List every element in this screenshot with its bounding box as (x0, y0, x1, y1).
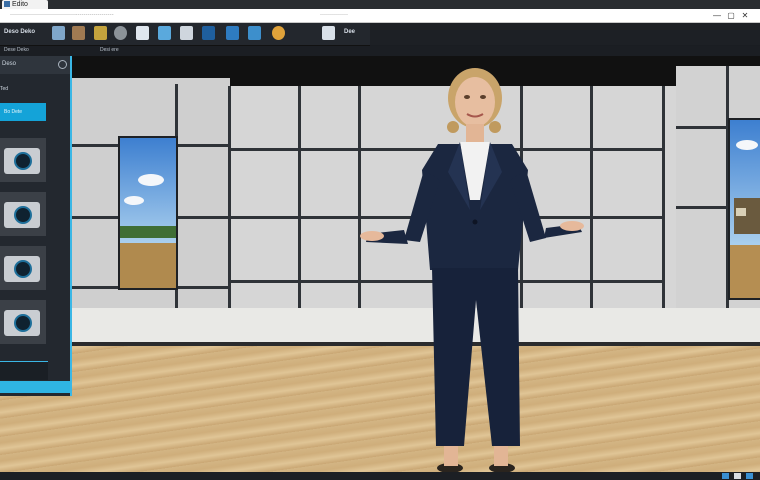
phone-icon[interactable] (180, 26, 193, 40)
sub-toolbar: Dese Deko Desi ere (0, 46, 760, 56)
panel-footer (0, 361, 48, 380)
right-window (728, 118, 760, 300)
document-icon[interactable] (322, 26, 335, 40)
person-icon[interactable] (72, 26, 85, 40)
taskbar (0, 472, 760, 480)
lens-icon (14, 260, 32, 278)
url-right-text: ·············· (320, 12, 348, 18)
lens-icon (14, 314, 32, 332)
maximize-button[interactable]: ▢ (726, 11, 736, 20)
panel-accent-bar[interactable] (0, 381, 70, 393)
panel-header: Deso (0, 56, 70, 74)
tab-title: Edito (12, 1, 28, 8)
cube-icon[interactable] (158, 26, 171, 40)
model-icon[interactable] (52, 26, 65, 40)
asset-side-panel: Deso Ted Bo Dete (0, 56, 72, 396)
close-button[interactable]: ✕ (740, 11, 750, 20)
lens-icon (14, 152, 32, 170)
camera-thumbnail[interactable] (0, 300, 46, 344)
globe-icon[interactable] (248, 26, 261, 40)
tray-icon[interactable] (722, 473, 729, 479)
minimize-button[interactable]: — (712, 11, 722, 20)
subbar-left-label: Dese Deko (4, 47, 29, 53)
toolbar-empty-area (370, 23, 760, 45)
presenter-avatar[interactable] (360, 60, 590, 475)
lens-icon (14, 206, 32, 224)
left-window (118, 136, 178, 290)
paint-icon[interactable] (94, 26, 107, 40)
settings-icon[interactable] (272, 26, 285, 40)
screen-icon[interactable] (202, 26, 215, 40)
url-text: ········································… (10, 12, 114, 18)
camera-thumbnail[interactable] (0, 192, 46, 236)
subbar-right-label: Desi ere (100, 47, 119, 53)
light-icon[interactable] (136, 26, 149, 40)
toolbar-label: Deso Deko (4, 29, 36, 35)
panel-tab-label[interactable]: Ted (0, 86, 8, 92)
camera-thumbnail[interactable] (0, 138, 46, 182)
sphere-icon[interactable] (114, 26, 127, 40)
address-bar[interactable]: ········································… (0, 9, 760, 23)
browser-tab[interactable]: Edito (2, 0, 48, 9)
favicon-icon (4, 1, 10, 8)
camera-thumbnail[interactable] (0, 246, 46, 290)
title-bar (0, 0, 760, 9)
app-toolbar: Deso Deko Dee (0, 23, 370, 46)
panel-action-button[interactable]: Bo Dete (0, 103, 46, 121)
toolbar-right-label: Dee (344, 29, 356, 35)
tray-icon[interactable] (746, 473, 753, 479)
panel-title: Deso (2, 61, 17, 67)
screen-icon[interactable] (226, 26, 239, 40)
tray-icon[interactable] (734, 473, 741, 479)
pin-icon[interactable] (58, 60, 67, 69)
